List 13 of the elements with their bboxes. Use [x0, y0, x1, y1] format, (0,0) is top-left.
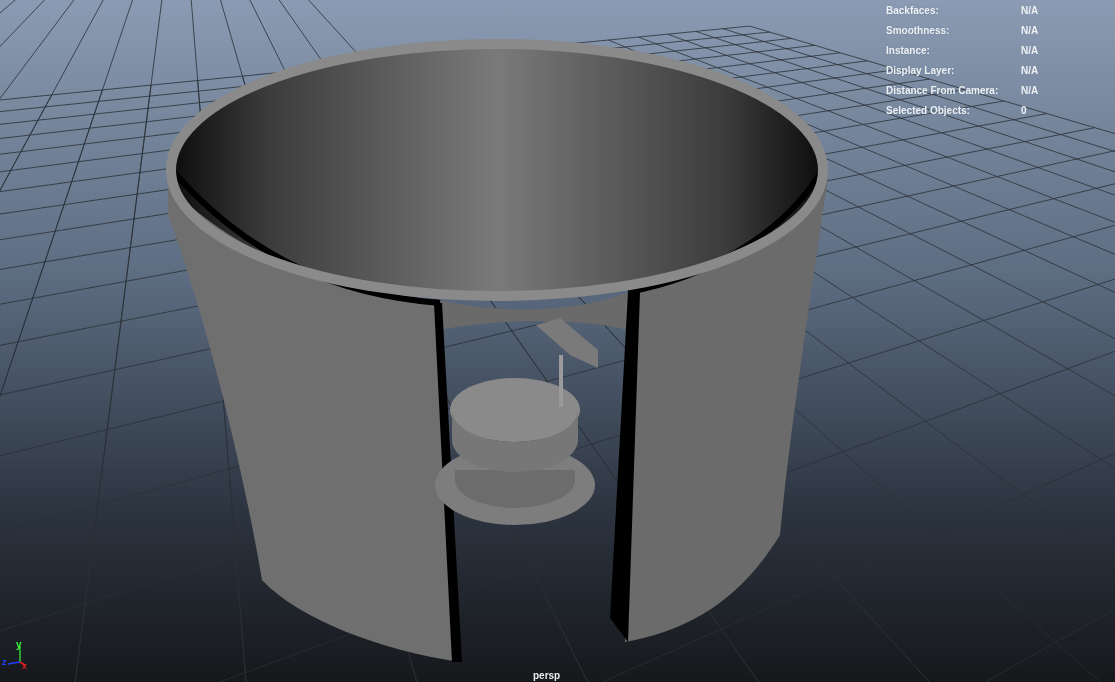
hud-value: N/A [1021, 64, 1039, 78]
y-axis-label: y [16, 640, 22, 650]
x-axis-label: x [22, 662, 27, 671]
hud-value: N/A [1021, 24, 1039, 38]
z-axis-label: z [2, 658, 7, 667]
hud-value: N/A [1021, 44, 1039, 58]
camera-name: persp [533, 671, 561, 681]
hud-value: N/A [1021, 84, 1039, 98]
hud-label: Backfaces: [886, 4, 940, 18]
hud-label: Smoothness: [886, 24, 951, 38]
hud-value: N/A [1021, 4, 1039, 18]
hud-value: 0 [1021, 104, 1027, 118]
hud-label: Instance: [886, 44, 931, 58]
